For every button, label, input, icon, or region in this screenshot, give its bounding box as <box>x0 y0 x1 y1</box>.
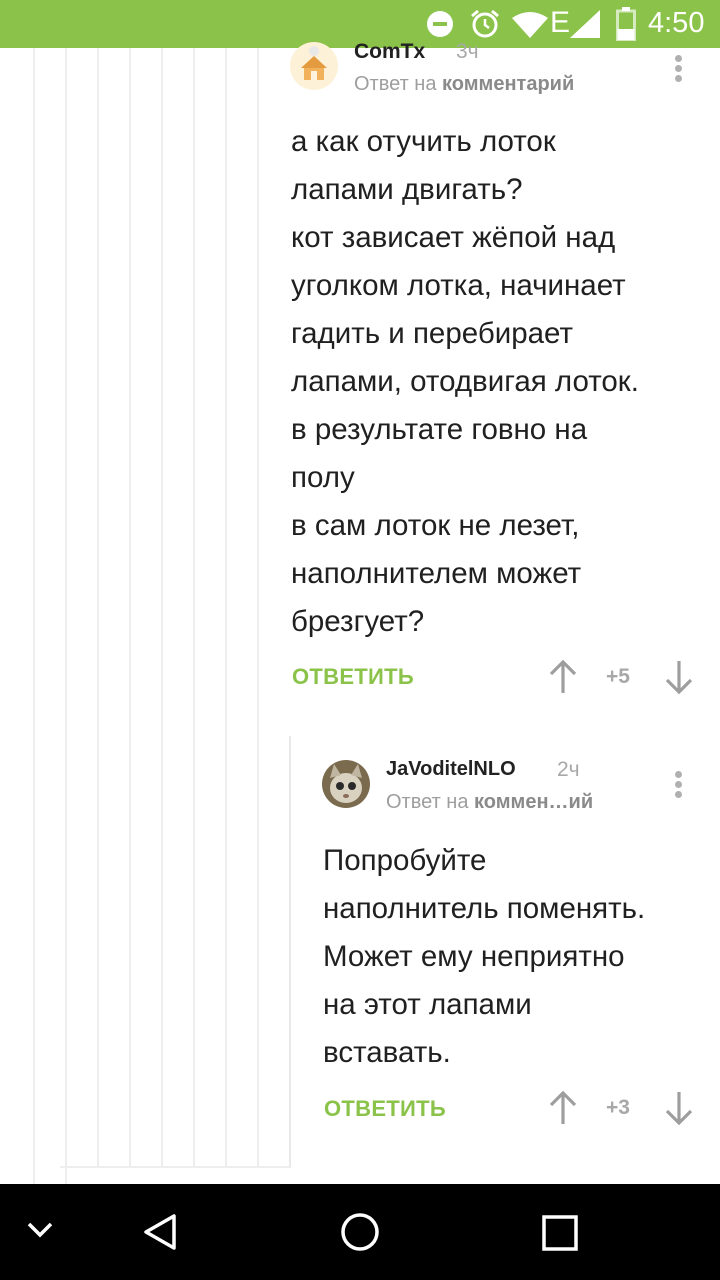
reply-to-label: Ответ на комментарий <box>354 73 574 96</box>
reply-to-prefix: Ответ на <box>354 73 437 95</box>
avatar-cat-icon <box>330 764 362 803</box>
home-icon[interactable] <box>340 1212 380 1252</box>
comment-author[interactable]: JaVoditelNLO <box>386 758 516 781</box>
reply-to-link[interactable]: комментарий <box>442 73 574 95</box>
upvote-icon[interactable] <box>548 660 578 694</box>
thread-line <box>225 48 227 1168</box>
comment-score: +5 <box>606 665 630 688</box>
comment-text: а как отучить лоток лапами двигать? кот … <box>291 125 639 638</box>
more-options-icon[interactable] <box>663 768 693 808</box>
reply-to-prefix: Ответ на <box>386 791 469 813</box>
avatar-house-icon <box>301 46 327 80</box>
do-not-disturb-icon <box>427 11 453 37</box>
cell-signal-icon <box>570 10 600 38</box>
thread-line <box>193 48 195 1168</box>
alarm-icon <box>471 9 499 38</box>
reply-to-label: Ответ на коммен…ий <box>386 791 593 814</box>
more-options-icon[interactable] <box>663 52 693 92</box>
comment-score: +3 <box>606 1096 630 1119</box>
avatar[interactable] <box>290 42 338 90</box>
comment-text: Попробуйте наполнитель поменять. Может е… <box>323 844 646 1069</box>
thread-divider <box>60 1166 290 1168</box>
hide-keyboard-icon[interactable] <box>26 1220 54 1240</box>
comment-author[interactable]: ComTx <box>354 40 425 64</box>
clock: 4:50 <box>648 7 705 39</box>
thread-line <box>97 48 99 1168</box>
avatar[interactable] <box>322 760 370 808</box>
thread-line <box>129 48 131 1168</box>
thread-line <box>33 48 35 1184</box>
upvote-icon[interactable] <box>548 1091 578 1125</box>
reply-to-link[interactable]: коммен…ий <box>474 791 593 813</box>
downvote-icon[interactable] <box>664 1091 694 1125</box>
downvote-icon[interactable] <box>664 660 694 694</box>
thread-line <box>65 48 67 1184</box>
wifi-icon <box>512 12 548 38</box>
recent-apps-icon[interactable] <box>542 1215 578 1251</box>
navigation-bar <box>0 1184 720 1280</box>
reply-button[interactable]: ОТВЕТИТЬ <box>324 1096 446 1122</box>
network-type-label: E <box>550 6 571 39</box>
back-icon[interactable] <box>140 1212 180 1252</box>
reply-button[interactable]: ОТВЕТИТЬ <box>292 664 414 690</box>
comment-time: 2ч <box>557 758 580 781</box>
thread-line <box>289 736 291 1168</box>
battery-icon <box>616 7 636 41</box>
thread-line <box>257 48 259 1168</box>
thread-line <box>161 48 163 1168</box>
comment-time: 3ч <box>456 40 479 63</box>
